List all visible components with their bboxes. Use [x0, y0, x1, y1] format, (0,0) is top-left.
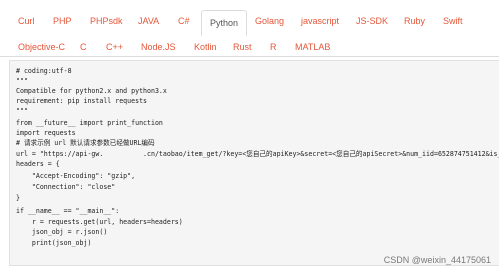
tab-ruby[interactable]: Ruby — [404, 6, 425, 36]
code-line: requirement: pip install requests — [16, 97, 148, 105]
code-line: headers = { — [16, 160, 60, 168]
tab-matlab[interactable]: MATLAB — [295, 32, 330, 62]
code-line: # coding:utf-8 — [16, 67, 72, 75]
code-line: """ — [16, 77, 28, 85]
tab-swift[interactable]: Swift — [443, 6, 463, 36]
tab-r[interactable]: R — [270, 32, 277, 62]
code-line: if __name__ == "__main__": — [16, 207, 120, 215]
tab-js-sdk[interactable]: JS-SDK — [356, 6, 388, 36]
tab-cpp[interactable]: C++ — [106, 32, 123, 62]
tab-nodejs[interactable]: Node.JS — [141, 32, 176, 62]
tab-c[interactable]: C — [80, 32, 87, 62]
code-line: print(json_obj) — [16, 239, 92, 247]
code-line: # 请求示例 url 默认请求参数已经做URL编码 — [16, 139, 155, 147]
code-line: } — [16, 194, 20, 202]
code-line: "Accept-Encoding": "gzip", — [16, 172, 136, 180]
tab-csharp[interactable]: C# — [178, 6, 190, 36]
csdn-watermark: CSDN @weixin_44175061 — [383, 255, 491, 265]
code-block[interactable]: # coding:utf-8 """ Compatible for python… — [9, 60, 499, 266]
code-line: Compatible for python2.x and python3.x — [16, 87, 167, 95]
code-line: r = requests.get(url, headers=headers) — [16, 218, 183, 226]
code-line: "Connection": "close" — [16, 183, 116, 191]
tabs-divider — [0, 56, 499, 57]
tab-kotlin[interactable]: Kotlin — [194, 32, 217, 62]
code-line: from __future__ import print_function — [16, 119, 163, 127]
language-tabs: Curl PHP PHPsdk JAVA C# Python Golang ja… — [0, 0, 499, 60]
tab-rust[interactable]: Rust — [233, 32, 252, 62]
code-line: url = "https://api-gw. .cn/taobao/item_g… — [16, 150, 499, 158]
code-line: json_obj = r.json() — [16, 228, 108, 236]
code-line: """ — [16, 107, 28, 115]
code-line: import requests — [16, 129, 76, 137]
tab-objective-c[interactable]: Objective-C — [18, 32, 65, 62]
